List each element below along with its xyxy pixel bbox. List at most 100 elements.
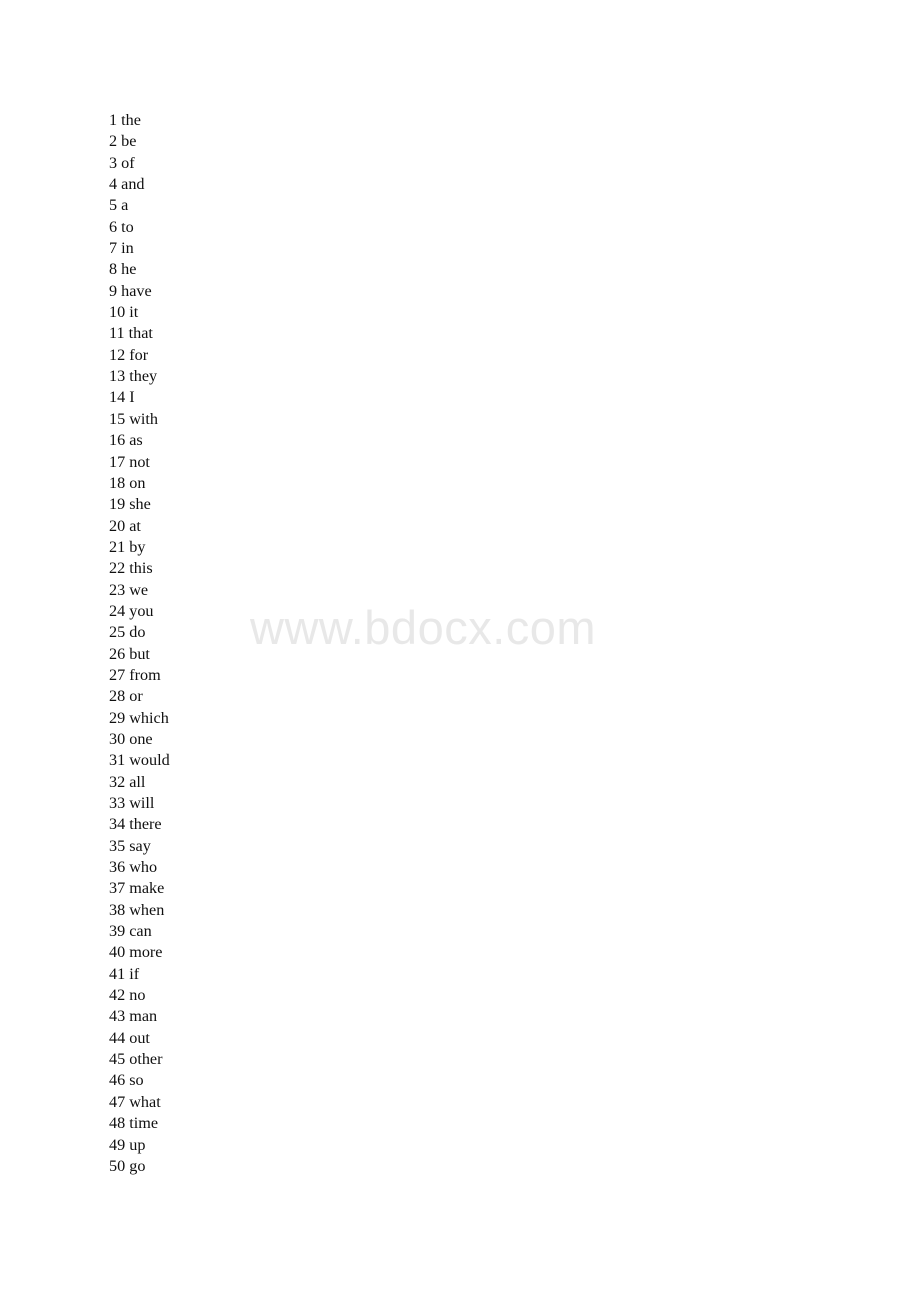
list-item-rank: 43 (109, 1007, 126, 1026)
list-item-rank: 48 (109, 1114, 126, 1133)
list-item-word: or (129, 687, 143, 706)
list-item-rank: 29 (109, 708, 126, 727)
list-item-rank: 46 (109, 1071, 126, 1090)
list-item-rank: 39 (109, 922, 126, 941)
list-item-word: when (129, 900, 165, 919)
list-item-rank: 18 (109, 473, 126, 492)
list-item-word: of (121, 153, 135, 172)
list-item-rank: 25 (109, 623, 126, 642)
list-item: 9 have (109, 281, 709, 302)
list-item-word: all (129, 772, 146, 791)
list-item: 47 what (109, 1092, 709, 1113)
list-item: 17 not (109, 452, 709, 473)
list-item-word: what (129, 1092, 161, 1111)
list-item: 33 will (109, 793, 709, 814)
list-item-rank: 26 (109, 644, 126, 663)
list-item: 11 that (109, 323, 709, 344)
list-item-word: will (129, 794, 155, 812)
list-item-word: one (129, 729, 153, 748)
list-item: 34 there (109, 814, 709, 835)
list-item-rank: 30 (109, 729, 126, 748)
list-item-rank: 15 (109, 409, 126, 428)
list-item: 43 man (109, 1006, 709, 1027)
list-item-rank: 24 (109, 601, 126, 620)
list-item-rank: 8 (109, 260, 118, 279)
list-item: 16 as (109, 430, 709, 451)
list-item-word: that (128, 324, 153, 343)
list-item: 31 would (109, 750, 709, 771)
list-item: 30 one (109, 729, 709, 750)
list-item-rank: 11 (109, 324, 125, 343)
list-item-rank: 17 (109, 452, 126, 471)
list-item-word: at (129, 516, 141, 535)
list-item-word: be (121, 132, 137, 151)
list-item-word: from (129, 665, 161, 684)
list-item-word: as (129, 431, 143, 450)
list-item-word: to (121, 217, 134, 236)
list-item-word: it (129, 303, 139, 322)
list-item-word: by (129, 537, 146, 556)
list-item: 19 she (109, 494, 709, 515)
list-item: 12 for (109, 345, 709, 366)
list-item: 29 which (109, 708, 709, 729)
list-item-rank: 16 (109, 431, 126, 450)
list-item: 4 and (109, 174, 709, 195)
list-item: 44 out (109, 1028, 709, 1049)
list-item: 20 at (109, 516, 709, 537)
list-item-word: have (121, 281, 152, 300)
list-item: 18 on (109, 473, 709, 494)
list-item-word: time (129, 1114, 159, 1133)
list-item: 21 by (109, 537, 709, 558)
list-item-word: with (129, 409, 159, 428)
list-item-rank: 20 (109, 516, 126, 535)
list-item-rank: 28 (109, 687, 126, 706)
list-item: 39 can (109, 921, 709, 942)
list-item-rank: 38 (109, 900, 126, 919)
list-item-rank: 42 (109, 986, 126, 1005)
list-item: 49 up (109, 1135, 709, 1156)
list-item-word: other (129, 1050, 163, 1069)
list-item-word: no (129, 986, 146, 1005)
list-item-rank: 13 (109, 367, 126, 386)
list-item-word: but (129, 644, 150, 663)
list-item-word: a (121, 196, 129, 215)
list-item-rank: 33 (109, 794, 126, 812)
list-item-word: which (129, 708, 169, 727)
list-item-word: they (129, 367, 158, 386)
list-item-rank: 22 (109, 559, 126, 578)
list-item-word: up (129, 1135, 146, 1154)
list-item-word: so (129, 1071, 144, 1090)
list-item-rank: 4 (109, 175, 118, 194)
list-item-word: can (129, 922, 152, 941)
list-item-rank: 10 (109, 303, 126, 322)
list-item-rank: 5 (109, 196, 118, 215)
list-item-word: this (129, 559, 153, 578)
list-item-word: in (121, 239, 134, 258)
list-item: 13 they (109, 366, 709, 387)
list-item-word: you (129, 601, 154, 620)
list-item-rank: 34 (109, 815, 126, 834)
list-item: 40 more (109, 942, 709, 963)
list-item: 5 a (109, 195, 709, 216)
list-item: 25 do (109, 622, 709, 643)
list-item-rank: 40 (109, 943, 126, 962)
list-item-word: there (129, 815, 162, 834)
list-item: 41 if (109, 964, 709, 985)
list-item: 6 to (109, 217, 709, 238)
list-item-word: man (129, 1007, 158, 1026)
list-item-rank: 7 (109, 239, 118, 258)
list-item-rank: 45 (109, 1050, 126, 1069)
list-item-rank: 1 (109, 111, 118, 129)
list-item: 10 it (109, 302, 709, 323)
list-item-rank: 49 (109, 1135, 126, 1154)
list-item: 23 we (109, 580, 709, 601)
list-item-rank: 32 (109, 772, 126, 791)
list-item-word: she (129, 495, 151, 514)
list-item: 7 in (109, 238, 709, 259)
list-item: 14 I (109, 387, 709, 408)
list-item-rank: 3 (109, 153, 118, 172)
list-item: 32 all (109, 772, 709, 793)
list-item-rank: 47 (109, 1092, 126, 1111)
list-item: 48 time (109, 1113, 709, 1134)
list-item-word: for (129, 345, 149, 364)
